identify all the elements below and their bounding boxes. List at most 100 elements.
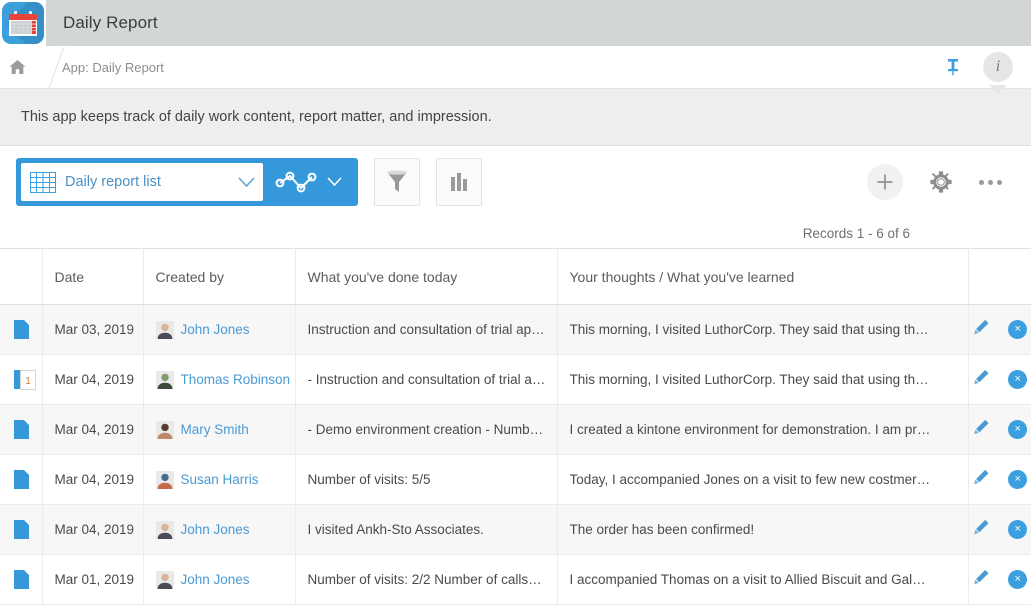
delete-record-button[interactable]: × (1008, 570, 1027, 589)
pin-icon (946, 58, 960, 76)
cell-thoughts: This morning, I visited LuthorCorp. They… (557, 355, 968, 405)
cell-actions: × (968, 305, 1031, 355)
table-row[interactable]: Mar 04, 2019John JonesI visited Ankh-Sto… (0, 505, 1031, 555)
row-document-cell[interactable] (0, 555, 42, 605)
breadcrumb-app-path[interactable]: App: Daily Report (60, 60, 164, 75)
app-icon-container[interactable] (0, 0, 46, 46)
cell-actions: × (968, 505, 1031, 555)
delete-circle-icon: × (1015, 324, 1021, 335)
cell-date: Mar 04, 2019 (42, 505, 143, 555)
edit-record-button[interactable] (972, 319, 990, 340)
chevron-down-icon (327, 177, 342, 187)
delete-record-button[interactable]: × (1008, 370, 1027, 389)
table-view-icon (30, 172, 56, 193)
cell-thoughts: The order has been confirmed! (557, 505, 968, 555)
table-row[interactable]: Mar 04, 2019Susan HarrisNumber of visits… (0, 455, 1031, 505)
line-chart-icon (275, 169, 317, 195)
records-count-row: Records 1 - 6 of 6 (0, 218, 1031, 248)
edit-record-button[interactable] (972, 519, 990, 540)
cell-done-today: - Instruction and consultation of trial … (295, 355, 557, 405)
edit-record-button[interactable] (972, 469, 990, 490)
cell-created-by: John Jones (143, 555, 295, 605)
creator-name-link[interactable]: John Jones (181, 522, 250, 537)
ellipsis-icon (979, 180, 984, 185)
home-button[interactable] (0, 59, 34, 75)
settings-button[interactable] (929, 170, 953, 194)
row-document-cell[interactable] (0, 505, 42, 555)
cell-created-by: Thomas Robinson (143, 355, 295, 405)
row-document-cell[interactable] (0, 455, 42, 505)
table-row[interactable]: Mar 03, 2019 John Jones Instruction and co… (0, 305, 1031, 355)
pencil-edit-icon (972, 419, 990, 437)
record-table-container: Date Created by What you've done today Y… (0, 248, 1031, 609)
delete-record-button[interactable]: × (1008, 420, 1027, 439)
view-select-dropdown[interactable]: Daily report list (21, 163, 263, 201)
table-head: Date Created by What you've done today Y… (0, 249, 1031, 305)
more-options-button[interactable] (979, 180, 1002, 185)
table-row[interactable]: Mar 04, 2019 Mary Smith - Demo environment… (0, 405, 1031, 455)
creator-name-link[interactable]: Thomas Robinson (181, 372, 291, 387)
table-row[interactable]: 1 Mar 04, 2019 Thomas Robinson - Instructio… (0, 355, 1031, 405)
chevron-down-icon (238, 177, 255, 188)
column-header-date[interactable]: Date (42, 249, 143, 305)
cell-actions: × (968, 455, 1031, 505)
cell-date: Mar 04, 2019 (42, 405, 143, 455)
delete-circle-icon: × (1015, 424, 1021, 435)
bar-chart-icon (449, 172, 469, 192)
cell-done-today: Instruction and consultation of trial ap… (295, 305, 557, 355)
column-header-created-by[interactable]: Created by (143, 249, 295, 305)
app-description-banner: This app keeps track of daily work conte… (0, 89, 1031, 146)
kintone-app-window: Daily Report App: Daily Report i (0, 0, 1031, 609)
records-count-label: Records 1 - 6 of 6 (803, 226, 910, 241)
record-table: Date Created by What you've done today Y… (0, 248, 1031, 605)
breadcrumb-separator (34, 46, 60, 89)
pencil-edit-icon (972, 519, 990, 537)
creator-name-link[interactable]: Mary Smith (181, 422, 249, 437)
filter-button[interactable] (374, 158, 420, 206)
cell-date: Mar 03, 2019 (42, 305, 143, 355)
funnel-filter-icon (386, 170, 408, 194)
app-header-bar: Daily Report (0, 0, 1031, 46)
row-document-cell[interactable]: 1 (0, 355, 42, 405)
cell-date: Mar 04, 2019 (42, 355, 143, 405)
cell-done-today: Number of visits: 5/5 (295, 455, 557, 505)
avatar (156, 421, 174, 439)
document-icon (14, 420, 29, 439)
column-header-done-today[interactable]: What you've done today (295, 249, 557, 305)
edit-record-button[interactable] (972, 569, 990, 590)
chart-view-button[interactable] (263, 169, 353, 195)
table-row[interactable]: Mar 01, 2019 John Jones Number of visits: … (0, 555, 1031, 605)
edit-record-button[interactable] (972, 419, 990, 440)
cell-thoughts: I created a kintone environment for demo… (557, 405, 968, 455)
creator-name-link[interactable]: John Jones (181, 322, 250, 337)
cell-created-by: John Jones (143, 505, 295, 555)
delete-record-button[interactable]: × (1008, 320, 1027, 339)
delete-record-button[interactable]: × (1008, 520, 1027, 539)
delete-record-button[interactable]: × (1008, 470, 1027, 489)
creator-name-link[interactable]: Susan Harris (181, 472, 259, 487)
graph-button[interactable] (436, 158, 482, 206)
info-button[interactable]: i (983, 52, 1013, 82)
cell-done-today: - Demo environment creation - Numb… (295, 405, 557, 455)
column-header-thoughts[interactable]: Your thoughts / What you've learned (557, 249, 968, 305)
creator-name-link[interactable]: John Jones (181, 572, 250, 587)
cell-thoughts: This morning, I visited LuthorCorp. They… (557, 305, 968, 355)
cell-actions: × (968, 355, 1031, 405)
edit-record-button[interactable] (972, 369, 990, 390)
document-icon (14, 470, 29, 489)
row-document-cell[interactable] (0, 405, 42, 455)
pin-button[interactable] (941, 54, 965, 80)
delete-circle-icon: × (1015, 474, 1021, 485)
page-title: Daily Report (46, 13, 158, 33)
document-icon (14, 520, 29, 539)
gear-icon (929, 170, 953, 194)
cell-actions: × (968, 555, 1031, 605)
cell-date: Mar 01, 2019 (42, 555, 143, 605)
avatar (156, 371, 174, 389)
comment-count-badge: 1 (20, 370, 36, 390)
delete-circle-icon: × (1015, 374, 1021, 385)
add-record-button[interactable] (867, 164, 903, 200)
avatar (156, 571, 174, 589)
cell-done-today: Number of visits: 2/2 Number of calls… (295, 555, 557, 605)
row-document-cell[interactable] (0, 305, 42, 355)
